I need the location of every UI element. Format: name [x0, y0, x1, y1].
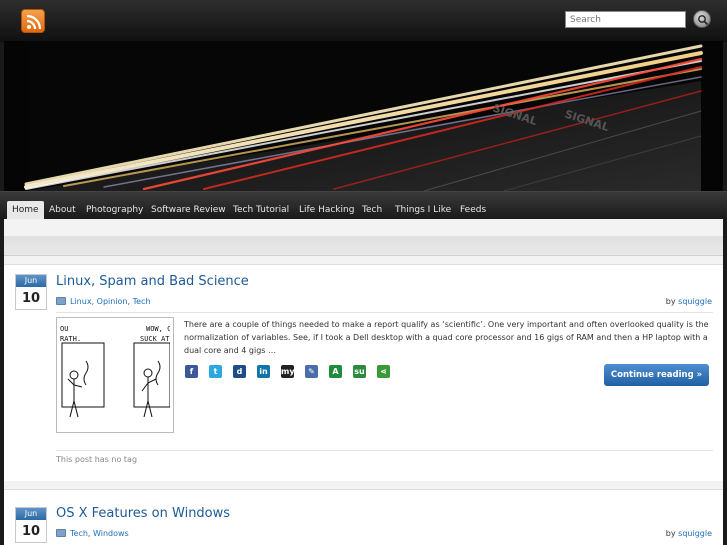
post-title[interactable]: OS X Features on Windows [56, 506, 230, 521]
nav-item-life-hacking[interactable]: Life Hacking [294, 201, 359, 219]
author-link[interactable]: squiggle [678, 529, 712, 538]
top-bar [0, 0, 727, 42]
comic-text: RATH. [60, 335, 81, 343]
content-top-strip [4, 219, 723, 236]
nav-item-photography[interactable]: Photography [81, 201, 148, 219]
facebook-icon[interactable]: f [185, 365, 198, 378]
author-link[interactable]: squiggle [678, 297, 712, 306]
post-thumbnail[interactable]: OU RATH. WOW, C SUCK AT [56, 317, 174, 433]
nav-item-things-i-like[interactable]: Things I Like [390, 201, 456, 219]
post-date-day: 10 [21, 291, 41, 306]
header-banner-image: SIGNAL SIGNAL [4, 41, 723, 191]
digg-icon[interactable]: d [233, 365, 246, 378]
by-label: by [665, 297, 676, 306]
myspace-icon[interactable]: my [281, 365, 295, 378]
divider [56, 312, 713, 313]
by-label: by [665, 529, 676, 538]
linkedin-icon[interactable]: in [257, 365, 270, 378]
category-link[interactable]: Linux [70, 297, 92, 306]
post-date-month: Jun [16, 275, 46, 287]
post-byline: by squiggle [666, 297, 712, 306]
category-link[interactable]: Tech [133, 297, 151, 306]
search-input[interactable] [565, 11, 686, 28]
post-categories: Linux, Opinion, Tech [56, 297, 151, 306]
main-nav: Home About Photography Software Review T… [0, 191, 727, 219]
comic-text: SUCK AT [140, 335, 170, 343]
post-date-month: Jun [16, 508, 46, 520]
post-item: Jun 10 OS X Features on Windows Tech, Wi… [4, 489, 723, 545]
nav-item-home[interactable]: Home [7, 201, 44, 219]
post-date: Jun 10 [15, 274, 47, 310]
divider [56, 450, 713, 451]
stumbleupon-icon[interactable]: su [353, 365, 366, 378]
nav-item-software-review[interactable]: Software Review [146, 201, 231, 219]
folder-icon [56, 529, 66, 537]
nav-item-tech-tutorial[interactable]: Tech Tutorial [228, 201, 294, 219]
comic-text: WOW, C [146, 325, 170, 333]
content-subheader-bar [4, 236, 723, 256]
folder-icon [56, 297, 66, 305]
category-link[interactable]: Opinion [97, 297, 128, 306]
comic-text: OU [60, 325, 68, 333]
search-icon [698, 15, 709, 26]
post-byline: by squiggle [666, 529, 712, 538]
post-excerpt: There are a couple of things needed to m… [184, 320, 709, 355]
delicious-icon[interactable]: ✎ [305, 365, 318, 378]
post-date-day: 10 [21, 524, 41, 539]
search-button[interactable] [693, 10, 711, 28]
technorati-icon[interactable]: A [329, 365, 342, 378]
rss-feed-icon[interactable] [21, 9, 45, 33]
category-link[interactable]: Windows [93, 529, 129, 538]
continue-reading-button[interactable]: Continue reading » [604, 364, 709, 386]
nav-item-feeds[interactable]: Feeds [455, 201, 491, 219]
twitter-icon[interactable]: t [209, 365, 222, 378]
post-title[interactable]: Linux, Spam and Bad Science [56, 274, 249, 289]
nav-item-about[interactable]: About [44, 201, 81, 219]
share-icon[interactable]: ⋖ [377, 365, 390, 378]
post-tags: This post has no tag [56, 455, 138, 464]
post-categories: Tech, Windows [56, 529, 129, 538]
post-item: Jun 10 Linux, Spam and Bad Science Linux… [4, 264, 723, 481]
category-link[interactable]: Tech [70, 529, 88, 538]
post-date: Jun 10 [15, 507, 47, 543]
content-area: Jun 10 Linux, Spam and Bad Science Linux… [4, 219, 723, 545]
nav-item-tech[interactable]: Tech [357, 201, 387, 219]
